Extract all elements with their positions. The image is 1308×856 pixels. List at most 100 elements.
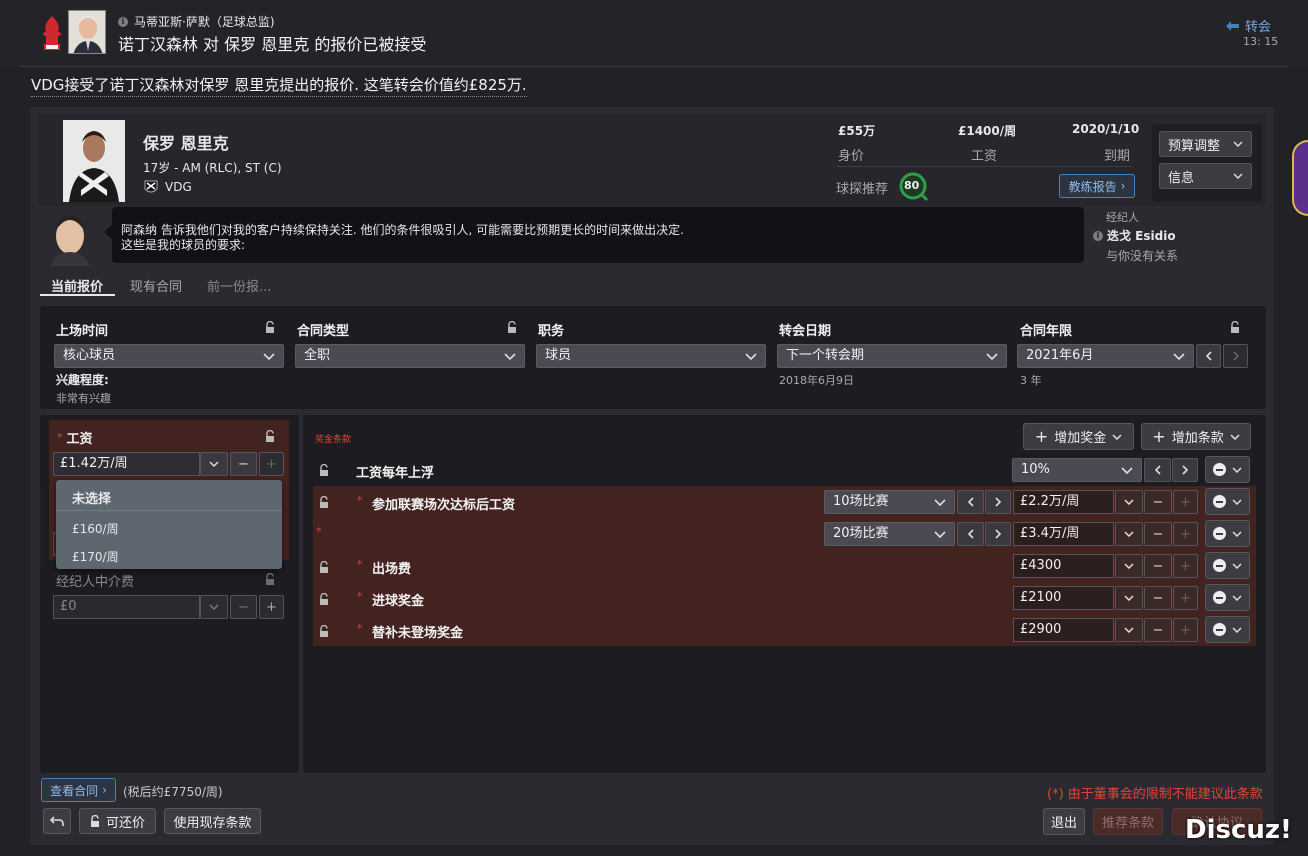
lock-open-icon[interactable] <box>319 593 329 605</box>
player-club[interactable]: VDG <box>143 179 192 195</box>
role-label: 职务 <box>538 324 565 339</box>
appearances-10-wage-input[interactable]: £2.2万/周 <box>1013 490 1114 514</box>
info-icon[interactable]: i <box>1093 230 1103 241</box>
sender-name[interactable]: 马蒂亚斯·萨默（足球总监) <box>134 13 275 30</box>
appearances-20-wage-increase[interactable]: + <box>1173 522 1198 546</box>
lock-open-icon[interactable] <box>507 321 517 333</box>
unused-sub-bonus-input[interactable]: £2900 <box>1013 618 1114 642</box>
unused-sub-bonus-dropdown[interactable] <box>1115 618 1143 642</box>
appearances-20-wage-dropdown[interactable] <box>1115 522 1143 546</box>
row-options-button[interactable] <box>1205 488 1250 515</box>
agent-fee-increase-button[interactable]: + <box>259 595 284 619</box>
lock-open-icon[interactable] <box>319 464 329 476</box>
appearances-20-dropdown[interactable]: 20场比赛 <box>824 522 955 546</box>
lock-open-icon[interactable] <box>319 561 329 573</box>
role-dropdown[interactable]: 球员 <box>536 344 766 368</box>
appearance-fee-increase[interactable]: + <box>1173 554 1198 578</box>
lock-open-icon[interactable] <box>265 430 275 442</box>
info-icon[interactable]: i <box>118 16 128 27</box>
appearances-10-wage-increase[interactable]: + <box>1173 490 1198 514</box>
chevron-down-icon <box>1230 433 1240 440</box>
row-options-button[interactable] <box>1205 456 1250 483</box>
add-clause-button[interactable]: + 增加条款 <box>1141 423 1251 450</box>
contract-length-dropdown[interactable]: 2021年6月 <box>1017 344 1194 368</box>
lock-open-icon[interactable] <box>1230 321 1240 333</box>
wage-option-none[interactable]: 未选择 <box>72 488 111 507</box>
agent-fee-decrease-button[interactable]: − <box>230 595 257 619</box>
undo-button[interactable] <box>43 808 71 834</box>
playing-time-dropdown[interactable]: 核心球员 <box>54 344 284 368</box>
lock-open-icon[interactable] <box>319 496 329 508</box>
wage-increase-button[interactable]: + <box>259 452 284 476</box>
agent-name[interactable]: 迭戈 Esidio <box>1107 227 1176 244</box>
unused-sub-bonus-increase[interactable]: + <box>1173 618 1198 642</box>
contract-length-prev[interactable] <box>1196 344 1221 368</box>
tab-current-offer[interactable]: 当前报价 <box>51 276 103 295</box>
speech-tail <box>104 224 113 240</box>
appearances-20-wage-decrease[interactable]: − <box>1144 522 1172 546</box>
lock-open-icon[interactable] <box>319 625 329 637</box>
player-name[interactable]: 保罗 恩里克 <box>143 130 229 154</box>
appearances-10-dropdown[interactable]: 10场比赛 <box>824 490 955 514</box>
appearance-fee-input[interactable]: £4300 <box>1013 554 1114 578</box>
wage-dropdown-toggle[interactable] <box>200 452 228 476</box>
chevron-right-icon: › <box>1120 179 1126 193</box>
chevron-down-icon <box>1124 627 1134 633</box>
appearances-20-next[interactable] <box>985 522 1011 546</box>
plus-icon: + <box>1180 558 1191 574</box>
appearances-10-wage-dropdown[interactable] <box>1115 490 1143 514</box>
goal-bonus-dropdown[interactable] <box>1115 586 1143 610</box>
player-club-name: VDG <box>165 180 192 194</box>
agent-name-row[interactable]: i 迭戈 Esidio <box>1093 227 1176 244</box>
appearances-10-wage-decrease[interactable]: − <box>1144 490 1172 514</box>
appearances-10-next[interactable] <box>985 490 1011 514</box>
chevron-down-icon <box>934 499 946 507</box>
appearances-20-wage-input[interactable]: £3.4万/周 <box>1013 522 1114 546</box>
annual-raise-dropdown[interactable]: 10% <box>1012 458 1142 482</box>
contract-type-value: 全职 <box>304 348 331 363</box>
appearances-20-prev[interactable] <box>957 522 984 546</box>
side-orb-button[interactable] <box>1292 140 1308 216</box>
plus-icon: + <box>1180 494 1191 510</box>
contract-length-next[interactable] <box>1223 344 1248 368</box>
scout-rating-badge[interactable]: 80 <box>899 172 929 202</box>
lock-open-icon[interactable] <box>265 321 275 333</box>
agent-fee-input[interactable]: £0 <box>53 595 200 619</box>
goal-bonus-input[interactable]: £2100 <box>1013 586 1114 610</box>
player-value-label: 身价 <box>838 149 865 164</box>
wage-input[interactable]: £1.42万/周 <box>53 452 200 476</box>
tab-existing-contract[interactable]: 现有合同 <box>130 276 182 295</box>
contract-type-dropdown[interactable]: 全职 <box>295 344 525 368</box>
recommend-terms-button[interactable]: 推荐条款 <box>1093 808 1163 835</box>
annual-raise-next[interactable] <box>1172 458 1198 482</box>
appearances-10-prev[interactable] <box>957 490 984 514</box>
row-options-button[interactable] <box>1205 520 1250 547</box>
annual-raise-prev[interactable] <box>1144 458 1171 482</box>
agent-fee-dropdown-toggle[interactable] <box>200 595 228 619</box>
tab-previous-offer[interactable]: 前一份报... <box>207 276 271 295</box>
player-photo[interactable] <box>63 120 125 202</box>
wage-option-160[interactable]: £160/周 <box>72 520 119 537</box>
negotiable-toggle[interactable]: 可还价 <box>79 808 156 834</box>
view-contract-button[interactable]: 查看合同 › <box>41 778 116 802</box>
budget-adjust-button[interactable]: 预算调整 <box>1159 131 1252 157</box>
appearance-fee-decrease[interactable]: − <box>1144 554 1172 578</box>
exit-button[interactable]: 退出 <box>1043 808 1085 835</box>
unused-sub-bonus-decrease[interactable]: − <box>1144 618 1172 642</box>
agent-avatar[interactable] <box>48 210 92 266</box>
use-existing-terms-button[interactable]: 使用现存条款 <box>164 808 261 834</box>
chevron-down-icon <box>1232 562 1242 569</box>
wage-option-170[interactable]: £170/周 <box>72 548 119 565</box>
coach-report-button[interactable]: 教练报告 › <box>1059 174 1135 198</box>
row-options-button[interactable] <box>1205 552 1250 579</box>
goal-bonus-increase[interactable]: + <box>1173 586 1198 610</box>
row-options-button[interactable] <box>1205 584 1250 611</box>
info-button[interactable]: 信息 <box>1159 163 1252 189</box>
transfer-date-dropdown[interactable]: 下一个转会期 <box>777 344 1007 368</box>
appearance-fee-dropdown[interactable] <box>1115 554 1143 578</box>
row-options-button[interactable] <box>1205 616 1250 643</box>
add-bonus-button[interactable]: + 增加奖金 <box>1023 423 1134 450</box>
wage-decrease-button[interactable]: − <box>230 452 257 476</box>
goal-bonus-decrease[interactable]: − <box>1144 586 1172 610</box>
category-link[interactable]: 转会 <box>1226 16 1271 35</box>
